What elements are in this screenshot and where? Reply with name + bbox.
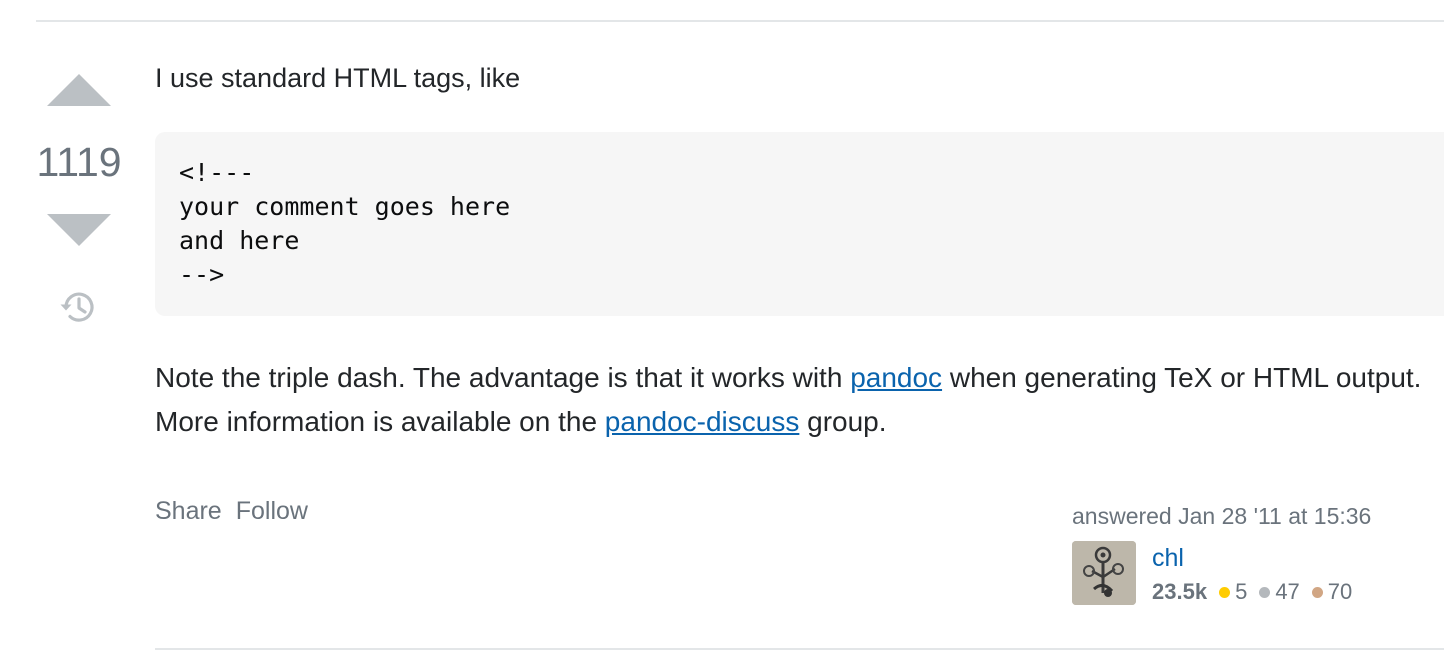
follow-button[interactable]: Follow (236, 497, 308, 525)
vote-count: 1119 (36, 139, 122, 185)
upvote-button[interactable] (47, 74, 111, 106)
bottom-divider (155, 648, 1444, 650)
answer-intro: I use standard HTML tags, like (155, 63, 521, 93)
bronze-badge-count: 70 (1327, 579, 1353, 604)
avatar[interactable] (1072, 541, 1136, 605)
note-text-3: group. (799, 406, 887, 437)
silver-badge-icon (1259, 586, 1271, 598)
gold-badge-count: 5 (1235, 579, 1248, 604)
gold-badge-icon (1219, 586, 1231, 598)
user-reputation: 23.5k 5 47 70 (1152, 576, 1352, 608)
code-block: <!--- your comment goes here and here --… (155, 132, 1444, 316)
share-link[interactable]: Share (155, 497, 222, 525)
user-name-link[interactable]: chl (1152, 541, 1184, 575)
note-text-1: Note the triple dash. The advantage is t… (155, 362, 851, 393)
downvote-button[interactable] (47, 214, 111, 246)
history-icon[interactable] (58, 287, 98, 327)
post-menu: Share Follow (155, 493, 308, 529)
pandoc-discuss-link[interactable]: pandoc-discuss (605, 406, 800, 437)
pandoc-link[interactable]: pandoc (850, 362, 942, 393)
top-divider (36, 20, 1444, 22)
reputation-score: 23.5k (1152, 579, 1208, 604)
silver-badge-count: 47 (1275, 579, 1300, 604)
answer-note: Note the triple dash. The advantage is t… (155, 356, 1435, 444)
bronze-badge-icon (1311, 586, 1323, 598)
answered-timestamp: answered Jan 28 '11 at 15:36 (1072, 503, 1372, 529)
